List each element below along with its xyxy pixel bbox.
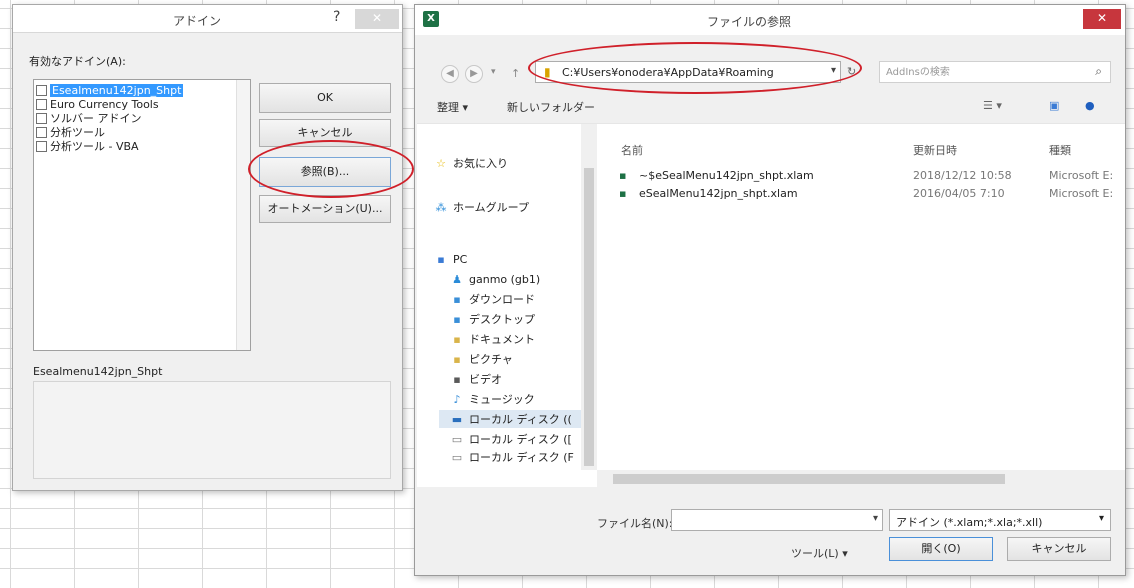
addin-item-analysis-tools[interactable]: 分析ツール bbox=[36, 125, 105, 139]
nav-item-homegroup[interactable]: ⁂ ホームグループ bbox=[433, 198, 530, 216]
homegroup-icon: ⁂ bbox=[435, 200, 447, 214]
addin-item-euro-currency[interactable]: Euro Currency Tools bbox=[36, 97, 159, 111]
file-type: Microsoft E: bbox=[1049, 168, 1114, 182]
view-options-icon[interactable]: ☰ ▾ bbox=[983, 99, 1002, 112]
nav-item-pictures[interactable]: ▪ ピクチャ bbox=[449, 350, 513, 368]
chevron-down-icon[interactable]: ▾ bbox=[873, 513, 878, 524]
checkbox[interactable] bbox=[36, 84, 47, 96]
excel-file-icon: ▪ bbox=[619, 168, 627, 182]
excel-file-icon: ▪ bbox=[619, 186, 627, 200]
desktop-folder-icon: ▪ bbox=[453, 312, 461, 326]
addin-close-button[interactable]: ✕ bbox=[355, 9, 399, 29]
preview-pane-icon[interactable]: ▣ bbox=[1049, 99, 1059, 112]
file-dialog-close-button[interactable]: ✕ bbox=[1083, 9, 1121, 29]
videos-folder-icon: ▪ bbox=[453, 372, 461, 386]
recent-dropdown-icon[interactable]: ▾ bbox=[491, 67, 496, 77]
file-dialog-title: ファイルの参照 bbox=[707, 15, 792, 29]
highlight-oval-path bbox=[528, 42, 862, 94]
nav-item-desktop[interactable]: ▪ デスクトップ bbox=[449, 310, 535, 328]
addin-item-analysis-vba[interactable]: 分析ツール - VBA bbox=[36, 139, 139, 153]
file-browser-content: ☆ お気に入り ⁂ ホームグループ ▪ PC ♟ ganmo (gb1) ▪ ダ… bbox=[417, 123, 1125, 487]
nav-item-documents[interactable]: ▪ ドキュメント bbox=[449, 330, 535, 348]
available-addins-label: 有効なアドイン(A): bbox=[29, 55, 126, 68]
star-icon: ☆ bbox=[436, 156, 446, 170]
checkbox[interactable] bbox=[36, 140, 47, 152]
nav-pane-scroll-thumb[interactable] bbox=[584, 168, 594, 466]
addin-list[interactable]: Esealmenu142jpn_Shpt Euro Currency Tools… bbox=[33, 79, 251, 351]
checkbox[interactable] bbox=[36, 98, 47, 110]
excel-icon: X bbox=[423, 11, 439, 27]
nav-item-local-disk-f[interactable]: ▭ ローカル ディスク (F bbox=[449, 450, 574, 465]
drive-icon: ▬ bbox=[451, 412, 463, 426]
help-icon[interactable]: ? bbox=[333, 9, 340, 25]
file-name: eSealMenu142jpn_shpt.xlam bbox=[639, 186, 798, 200]
file-date: 2016/04/05 7:10 bbox=[913, 186, 1005, 200]
nav-item-music[interactable]: ♪ ミュージック bbox=[449, 390, 534, 408]
up-arrow-icon[interactable]: ↑ bbox=[511, 67, 520, 80]
file-name: ~$eSealMenu142jpn_shpt.xlam bbox=[639, 168, 814, 182]
file-type-filter-value: アドイン (*.xlam;*.xla;*.xll) bbox=[896, 516, 1043, 529]
open-button[interactable]: 開く(O) bbox=[889, 537, 993, 561]
column-header-date[interactable]: 更新日時 bbox=[913, 142, 957, 158]
tools-menu[interactable]: ツール(L) ▾ bbox=[791, 545, 848, 561]
addin-dialog-title: アドイン bbox=[173, 14, 222, 28]
file-cancel-button[interactable]: キャンセル bbox=[1007, 537, 1111, 561]
addin-item-solver[interactable]: ソルバー アドイン bbox=[36, 111, 142, 125]
music-folder-icon: ♪ bbox=[453, 392, 461, 406]
nav-item-videos[interactable]: ▪ ビデオ bbox=[449, 370, 502, 388]
nav-item-local-disk-d[interactable]: ▭ ローカル ディスク ([ bbox=[449, 430, 572, 448]
nav-item-downloads[interactable]: ▪ ダウンロード bbox=[449, 290, 535, 308]
chevron-down-icon[interactable]: ▾ bbox=[1099, 513, 1104, 524]
new-folder-button[interactable]: 新しいフォルダー bbox=[507, 99, 595, 115]
file-type-filter[interactable]: アドイン (*.xlam;*.xla;*.xll) ▾ bbox=[889, 509, 1111, 531]
automation-button[interactable]: オートメーション(U)... bbox=[259, 195, 391, 223]
downloads-folder-icon: ▪ bbox=[453, 292, 461, 306]
user-icon: ♟ bbox=[452, 272, 462, 286]
filename-label: ファイル名(N): bbox=[597, 517, 673, 530]
computer-icon: ▪ bbox=[437, 252, 445, 266]
highlight-oval-browse bbox=[248, 140, 414, 198]
drive-icon: ▭ bbox=[451, 450, 463, 464]
ok-button[interactable]: OK bbox=[259, 83, 391, 113]
nav-item-ganmo[interactable]: ♟ ganmo (gb1) bbox=[449, 270, 540, 288]
filename-input[interactable]: ▾ bbox=[671, 509, 883, 531]
organize-menu[interactable]: 整理 ▾ bbox=[437, 99, 468, 115]
horizontal-scroll-thumb[interactable] bbox=[613, 474, 1005, 484]
nav-item-pc[interactable]: ▪ PC bbox=[433, 250, 467, 268]
pictures-folder-icon: ▪ bbox=[453, 352, 461, 366]
column-header-type[interactable]: 種類 bbox=[1049, 142, 1071, 158]
selected-addin-name: Esealmenu142jpn_Shpt bbox=[33, 365, 163, 378]
search-box[interactable]: ⌕ bbox=[879, 61, 1111, 83]
navigation-pane: ☆ お気に入り ⁂ ホームグループ ▪ PC ♟ ganmo (gb1) ▪ ダ… bbox=[417, 124, 597, 470]
checkbox[interactable] bbox=[36, 112, 47, 124]
checkbox[interactable] bbox=[36, 126, 47, 138]
file-row[interactable]: ▪ eSealMenu142jpn_shpt.xlam 2016/04/05 7… bbox=[619, 184, 1119, 202]
addin-title-bar: アドイン ? ✕ bbox=[13, 5, 402, 33]
documents-folder-icon: ▪ bbox=[453, 332, 461, 346]
column-header-name[interactable]: 名前 bbox=[621, 142, 643, 158]
back-arrow-icon[interactable]: ◀ bbox=[441, 65, 459, 83]
nav-item-favorites[interactable]: ☆ お気に入り bbox=[433, 154, 508, 172]
file-row[interactable]: ▪ ~$eSealMenu142jpn_shpt.xlam 2018/12/12… bbox=[619, 166, 1119, 184]
file-type: Microsoft E: bbox=[1049, 186, 1114, 200]
drive-icon: ▭ bbox=[451, 432, 463, 446]
search-icon[interactable]: ⌕ bbox=[1095, 64, 1102, 79]
file-dialog-title-bar: X ファイルの参照 ✕ bbox=[415, 5, 1125, 35]
file-date: 2018/12/12 10:58 bbox=[913, 168, 1012, 182]
addin-dialog: アドイン ? ✕ 有効なアドイン(A): Esealmenu142jpn_Shp… bbox=[12, 4, 403, 491]
nav-item-local-disk-c[interactable]: ▬ ローカル ディスク (( bbox=[439, 410, 589, 428]
forward-arrow-icon[interactable]: ▶ bbox=[465, 65, 483, 83]
search-input[interactable] bbox=[886, 65, 1076, 79]
addin-item-esealmenu[interactable]: Esealmenu142jpn_Shpt bbox=[36, 83, 184, 97]
addin-list-scrollbar[interactable] bbox=[236, 80, 250, 350]
help-icon[interactable]: ● bbox=[1085, 99, 1095, 112]
addin-description-box bbox=[33, 381, 391, 479]
